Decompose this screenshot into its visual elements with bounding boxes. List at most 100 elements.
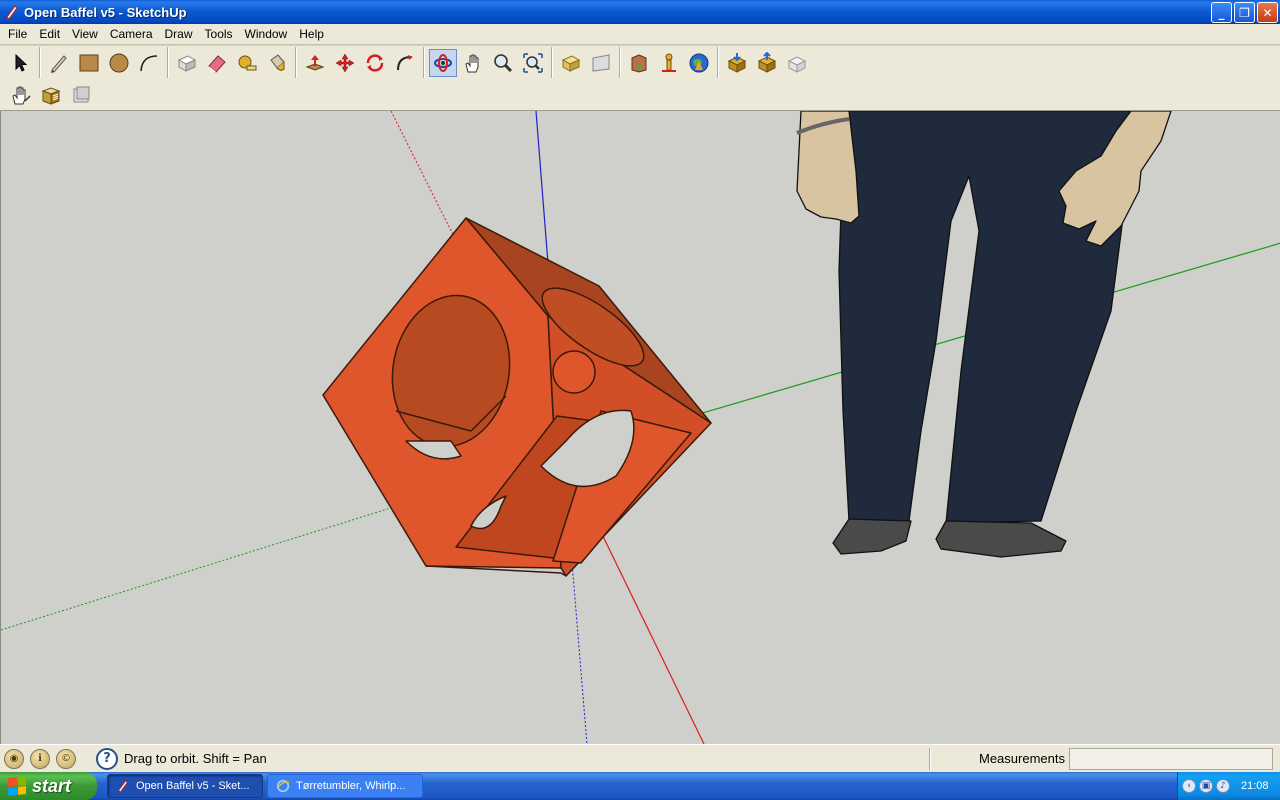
drawing-toolbar [39,47,167,78]
tray-expand-icon[interactable]: ‹ [1182,779,1196,793]
zoom-extents-button[interactable] [519,49,547,77]
rotate-icon [366,53,384,72]
arc-icon [140,54,158,71]
camera-toolbar [423,47,551,78]
menu-camera[interactable]: Camera [104,25,159,44]
close-button[interactable]: ✕ [1257,2,1278,23]
sketchup-app-icon [118,780,128,793]
google-earth-button[interactable] [685,49,713,77]
restore-button[interactable]: ❐ [1234,2,1255,23]
measurements-input[interactable] [1069,747,1273,770]
close-icon: ✕ [1262,5,1273,20]
measurements-label: Measurements [979,751,1065,766]
windows-taskbar: start Open Baffel v5 - Sket... Tørretumb… [0,772,1280,800]
make-component-button[interactable] [173,49,201,77]
share-model-icon [757,51,777,73]
geo-location-icon[interactable]: ◉ [4,748,24,769]
status-bar: ◉ ℹ © ? Drag to orbit. Shift = Pan Measu… [0,744,1280,772]
sketchup-app-icon [6,5,18,20]
move-tool-button[interactable] [331,49,359,77]
system-tray: ‹ ▣ ♪ 21:08 [1177,772,1280,800]
select-tool-button[interactable] [7,49,35,77]
pan-tool-button[interactable] [459,49,487,77]
start-label: start [32,775,72,796]
start-button[interactable]: start [0,772,97,800]
views-toolbar [551,47,619,78]
add-location-button[interactable] [655,49,683,77]
zoom-tool-button[interactable] [489,49,517,77]
sections-button[interactable] [67,81,95,109]
previous-view-icon [561,54,581,72]
paint-bucket-button[interactable] [263,49,291,77]
secondary-toolbar [0,79,1280,111]
follow-me-button[interactable] [391,49,419,77]
status-message: Drag to orbit. Shift = Pan [124,751,267,766]
copyright-icon[interactable]: © [56,748,76,769]
network-icon[interactable]: ▣ [1199,779,1213,793]
window-title: Open Baffel v5 - SketchUp [24,4,187,20]
get-models-icon [631,53,647,73]
figure-left-shoe [832,518,912,555]
share-component-button[interactable] [783,49,811,77]
menu-tools[interactable]: Tools [199,25,239,44]
taskbar-item-sketchup[interactable]: Open Baffel v5 - Sket... [107,774,263,798]
layers-icon [41,86,61,105]
hand-tool-button[interactable] [7,81,35,109]
rectangle-tool-button[interactable] [75,49,103,77]
eraser-tool-button[interactable] [203,49,231,77]
menu-help[interactable]: Help [293,25,330,44]
circle-tool-button[interactable] [105,49,133,77]
sandbox-toolbar [0,79,99,110]
follow-me-icon [397,54,413,70]
figure-right-shoe [935,520,1067,558]
credits-icon[interactable]: ℹ [30,748,50,769]
orbit-icon [434,53,452,72]
rotate-tool-button[interactable] [361,49,389,77]
share-model-button[interactable] [753,49,781,77]
layers-button[interactable] [37,81,65,109]
viewport-canvas[interactable] [1,111,1280,744]
pan-icon [465,54,479,72]
push-pull-button[interactable] [301,49,329,77]
tweeter-hole [552,350,596,394]
clock[interactable]: 21:08 [1241,780,1269,792]
orbit-tool-button[interactable] [429,48,457,77]
status-divider [929,747,931,770]
volume-icon[interactable]: ♪ [1216,779,1230,793]
edit-toolbar [167,47,295,78]
taskbar-item-browser[interactable]: Tørretumbler, Whirlp... [267,774,423,798]
open-baffle-model[interactable] [322,217,712,577]
menu-file[interactable]: File [2,25,33,44]
select-icon [15,53,28,72]
menu-edit[interactable]: Edit [33,25,66,44]
eraser-icon [208,54,226,73]
menu-draw[interactable]: Draw [159,25,199,44]
menu-view[interactable]: View [66,25,104,44]
rectangle-icon [79,54,99,71]
zoom-icon [494,53,513,72]
arc-tool-button[interactable] [135,49,163,77]
minimize-icon: _ [1218,5,1225,20]
tape-measure-button[interactable] [233,49,261,77]
title-bar[interactable]: Open Baffel v5 - SketchUp _ ❐ ✕ [0,0,1280,24]
push-pull-icon [305,54,325,71]
next-view-icon [592,53,610,72]
move-icon [335,53,355,72]
model-viewport[interactable] [0,111,1280,744]
menu-window[interactable]: Window [239,25,294,44]
main-toolbar [0,46,1280,79]
menu-bar: File Edit View Camera Draw Tools Window … [0,24,1280,45]
minimize-button[interactable]: _ [1211,2,1232,23]
components-toolbar [717,47,815,78]
make-component-icon [177,54,197,72]
help-icon[interactable]: ? [96,747,118,770]
restore-icon: ❐ [1239,5,1250,20]
pencil-tool-button[interactable] [45,49,73,77]
get-models-button[interactable] [625,49,653,77]
previous-view-button[interactable] [557,49,585,77]
next-view-button[interactable] [587,49,615,77]
internet-explorer-icon [276,779,290,793]
download-model-button[interactable] [723,49,751,77]
scale-figure[interactable] [796,111,1172,558]
google-earth-icon [689,53,709,72]
